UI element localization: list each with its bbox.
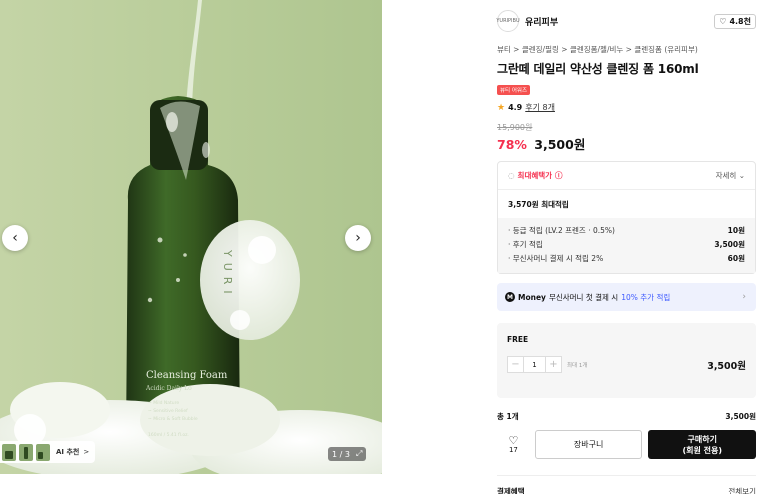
max-quantity-note: 최대 1개 xyxy=(567,362,588,369)
brand-like-button[interactable]: ♡ 4.8천 xyxy=(714,13,756,29)
benefit-line: · 무신사머니 결제 시 적립 2% 60원 xyxy=(508,252,745,266)
benefit-line: · 후기 적립 3,500원 xyxy=(508,238,745,252)
option-name: FREE xyxy=(507,335,529,344)
benefit-detail-label: 자세히 xyxy=(715,171,737,180)
benefit-detail-toggle[interactable]: 자세히 ⌄ xyxy=(716,170,745,181)
total-price: 3,500원 xyxy=(725,412,756,421)
benefit-line-label: · 무신사머니 결제 시 적립 2% xyxy=(508,254,604,263)
svg-text:~ Micro & Soft Bubble: ~ Micro & Soft Bubble xyxy=(148,416,198,422)
image-counter: 1 / 3 ⤢ xyxy=(328,447,367,461)
decrease-quantity-button[interactable]: − xyxy=(507,356,524,373)
product-info-panel: YURIPIBU 유리피부 ♡ 4.8천 뷰티 > 클렌징/필링 > 클렌징폼/… xyxy=(496,8,756,494)
brand-like-count: 4.8천 xyxy=(729,16,751,26)
money-logo-icon: M xyxy=(505,292,515,302)
benefit-line-label: · 후기 적립 xyxy=(508,240,543,249)
svg-text:~ Mild Nature: ~ Mild Nature xyxy=(148,400,179,406)
next-image-button[interactable]: › xyxy=(345,225,371,251)
rating-value: 4.9 xyxy=(508,103,523,112)
info-icon[interactable]: ⓘ xyxy=(555,170,563,181)
max-benefit-label: 최대혜택가 xyxy=(517,171,553,180)
original-price: 15,900원 xyxy=(497,123,533,132)
price-row: 78% 3,500원 xyxy=(497,134,756,153)
brand-link[interactable]: YURIPIBU 유리피부 xyxy=(496,10,559,32)
chevron-right-icon: > xyxy=(83,448,90,456)
money-promo-text: 무신사머니 첫 결제 시 xyxy=(548,292,619,302)
money-brand: Money xyxy=(518,292,546,302)
breadcrumb[interactable]: 뷰티 > 클렌징/필링 > 클렌징폼/젤/비누 > 클렌징폼 (유리피부) xyxy=(497,44,756,55)
quantity-value[interactable]: 1 xyxy=(524,356,545,373)
ai-recommend-label: AI 추천 xyxy=(56,448,80,456)
total-count: 총 1개 xyxy=(497,412,519,421)
product-image: Cleansing Foam Acidic Daily Lo ~ Mild Na… xyxy=(0,0,382,474)
add-to-cart-button[interactable]: 장바구니 xyxy=(534,430,643,459)
benefit-line-amount: 60원 xyxy=(727,254,745,263)
svg-text:~ Sensitive Relief: ~ Sensitive Relief xyxy=(148,408,188,414)
ai-recommend-link[interactable]: AI 추천 > xyxy=(56,447,89,457)
expand-icon[interactable]: ⤢ xyxy=(356,449,362,459)
payment-benefits-title: 결제혜택 xyxy=(497,487,525,494)
max-benefit-header[interactable]: ◌ 최대혜택가 ⓘ 자세히 ⌄ xyxy=(498,162,755,189)
star-icon: ★ xyxy=(497,102,506,113)
thumbnail-3[interactable] xyxy=(36,443,50,461)
heart-icon: ♡ xyxy=(719,16,727,26)
chevron-down-icon: ⌄ xyxy=(738,171,745,180)
max-benefit-box: ◌ 최대혜택가 ⓘ 자세히 ⌄ 3,570원 최대적립 · 등급 적립 (LV.… xyxy=(497,161,756,274)
money-promo-accent: 10% 추가 적립 xyxy=(621,292,671,302)
chevron-left-icon: ‹ xyxy=(12,230,18,246)
max-benefit-total: 3,570원 최대적립 xyxy=(498,189,755,218)
benefit-line-label: · 등급 적립 (LV.2 프렌즈 · 0.5%) xyxy=(508,226,615,235)
loading-icon: ◌ xyxy=(508,171,515,180)
quantity-stepper: − 1 + 최대 1개 xyxy=(507,356,587,373)
total-row: 총 1개 3,500원 xyxy=(497,411,756,422)
benefit-line-amount: 10원 xyxy=(727,226,745,235)
prev-image-button[interactable]: ‹ xyxy=(2,225,28,251)
wishlist-button[interactable]: ♡ 17 xyxy=(497,435,530,455)
thumbnail-1[interactable] xyxy=(2,443,16,461)
brand-name: 유리피부 xyxy=(525,17,559,28)
product-gallery[interactable]: Cleansing Foam Acidic Daily Lo ~ Mild Na… xyxy=(0,0,382,474)
svg-text:YURI: YURI xyxy=(221,249,234,300)
rating-row: ★ 4.9 후기 8개 xyxy=(497,102,756,113)
chevron-right-icon: › xyxy=(742,292,746,302)
sale-price: 3,500원 xyxy=(534,137,586,152)
brand-logo: YURIPIBU xyxy=(496,10,520,32)
benefit-line: · 등급 적립 (LV.2 프렌즈 · 0.5%) 10원 xyxy=(508,224,745,238)
brand-logo-text: YURIPIBU xyxy=(496,18,520,24)
review-link[interactable]: 후기 8개 xyxy=(525,102,555,113)
svg-text:Cleansing Foam: Cleansing Foam xyxy=(146,370,228,381)
max-benefit-title: ◌ 최대혜택가 ⓘ xyxy=(508,170,563,181)
svg-text:Acidic Daily Lo: Acidic Daily Lo xyxy=(145,385,192,392)
thumbnail-2[interactable] xyxy=(19,443,33,461)
brand-row: YURIPIBU 유리피부 ♡ 4.8천 xyxy=(496,8,756,34)
chevron-right-icon: › xyxy=(355,230,361,246)
benefit-line-amount: 3,500원 xyxy=(714,240,745,249)
payment-benefits-row: 결제혜택 전체보기 xyxy=(497,475,756,494)
benefit-list: · 등급 적립 (LV.2 프렌즈 · 0.5%) 10원 · 후기 적립 3,… xyxy=(498,218,755,273)
image-counter-text: 1 / 3 xyxy=(332,449,350,459)
thumbnail-strip: AI 추천 > xyxy=(0,441,96,463)
money-promo-content: M Money 무신사머니 첫 결제 시 10% 추가 적립 xyxy=(505,292,670,303)
product-title: 그란떼 데일리 약산성 클렌징 폼 160ml xyxy=(497,62,699,76)
product-page: Cleansing Foam Acidic Daily Lo ~ Mild Na… xyxy=(0,0,773,494)
heart-icon: ♡ xyxy=(508,433,519,447)
increase-quantity-button[interactable]: + xyxy=(545,356,562,373)
purchase-actions: ♡ 17 장바구니 구매하기 (회원 전용) xyxy=(497,428,756,461)
option-box: FREE − 1 + 최대 1개 3,500원 xyxy=(497,323,756,398)
award-badge: 뷰티 어워즈 xyxy=(497,85,531,95)
svg-text:160ml / 5.41 fl.oz.: 160ml / 5.41 fl.oz. xyxy=(148,432,189,438)
discount-rate: 78% xyxy=(497,137,527,152)
money-promo-banner[interactable]: M Money 무신사머니 첫 결제 시 10% 추가 적립 › xyxy=(497,283,756,311)
option-price: 3,500원 xyxy=(707,361,746,372)
buy-now-button[interactable]: 구매하기 (회원 전용) xyxy=(648,430,756,459)
wishlist-count: 17 xyxy=(508,445,518,454)
payment-benefits-view-all[interactable]: 전체보기 xyxy=(728,486,756,494)
